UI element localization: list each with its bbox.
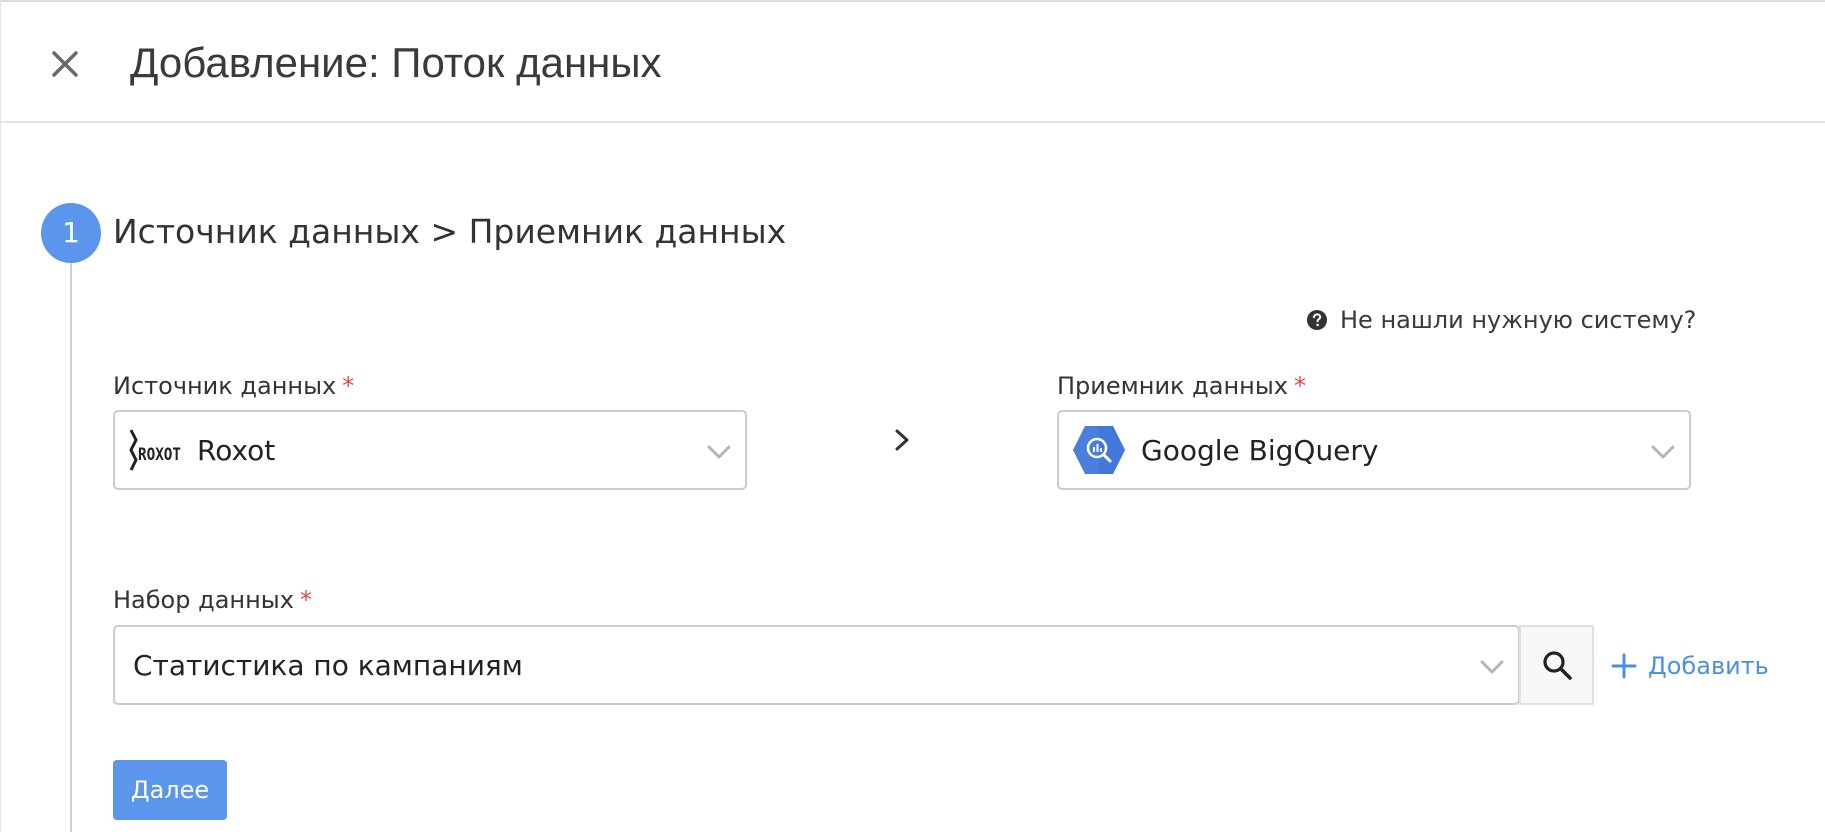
roxot-logo: ROXOT	[127, 422, 183, 478]
dataset-value: Статистика по кампаниям	[133, 648, 523, 682]
question-circle-icon	[1307, 310, 1327, 330]
help-link-text: Не нашли нужную систему?	[1340, 306, 1697, 334]
step-number-badge: 1	[41, 203, 101, 263]
next-button[interactable]: Далее	[113, 760, 227, 820]
required-mark: *	[299, 586, 312, 614]
required-mark: *	[1294, 372, 1306, 400]
source-value: Roxot	[197, 433, 276, 467]
chevron-down-icon	[1480, 660, 1504, 674]
left-border	[0, 0, 1, 832]
source-label-text: Источник данных	[113, 372, 337, 400]
roxot-logo-text: ROXOT	[138, 445, 181, 465]
source-select[interactable]: ROXOT Roxot	[113, 410, 747, 490]
dataset-select[interactable]: Статистика по кампаниям	[113, 625, 1520, 705]
chevron-down-icon	[1651, 445, 1675, 459]
dataset-label-text: Набор данных	[113, 586, 294, 614]
google-bigquery-logo	[1073, 426, 1125, 474]
close-icon	[52, 51, 78, 77]
destination-label: Приемник данных *	[1057, 370, 1306, 402]
destination-value: Google BigQuery	[1141, 433, 1379, 467]
page-title: Добавление: Поток данных	[130, 39, 662, 86]
dataset-search-button[interactable]	[1519, 625, 1594, 705]
source-label: Источник данных *	[113, 370, 354, 402]
dataset-label: Набор данных *	[113, 584, 312, 616]
add-dataset-label: Добавить	[1648, 652, 1769, 680]
destination-label-text: Приемник данных	[1057, 372, 1288, 400]
required-mark: *	[342, 372, 355, 400]
help-link[interactable]: Не нашли нужную систему?	[1306, 303, 1696, 337]
close-button[interactable]	[45, 44, 85, 84]
step-connector-line	[70, 262, 72, 832]
destination-select[interactable]: Google BigQuery	[1057, 410, 1691, 490]
dialog-header: Добавление: Поток данных	[0, 0, 1825, 123]
search-icon	[1542, 651, 1572, 680]
add-dataset-button[interactable]: Добавить	[1610, 648, 1769, 684]
chevron-down-icon	[707, 445, 731, 459]
chevron-right-icon	[895, 429, 909, 451]
plus-icon	[1611, 653, 1637, 679]
add-dataflow-page: Добавление: Поток данных 1 Источник данн…	[0, 0, 1825, 832]
step-title: Источник данных > Приемник данных	[113, 212, 787, 251]
